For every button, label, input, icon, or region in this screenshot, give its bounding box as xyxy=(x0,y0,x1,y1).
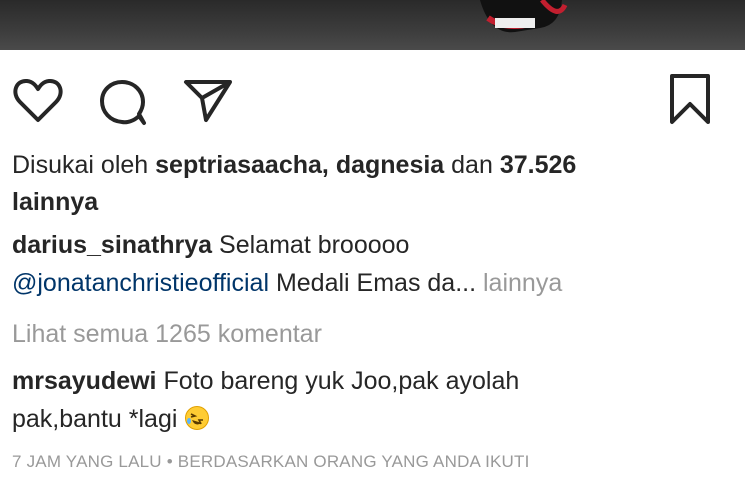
rolling-laughing-emoji-icon xyxy=(185,406,210,430)
caption-text: Selamat brooooo xyxy=(219,231,410,259)
footer-note: BERDASARKAN ORANG YANG ANDA IKUTI xyxy=(177,452,530,471)
liked-separator: , xyxy=(321,151,329,179)
liked-user-2[interactable]: dagnesia xyxy=(336,151,444,179)
action-bar xyxy=(0,70,745,130)
liked-count[interactable]: 37.526 xyxy=(500,151,576,179)
liked-user-1[interactable]: septriasaacha xyxy=(155,151,322,179)
comment-line-1: mrsayudewi Foto bareng yuk Joo,pak ayola… xyxy=(12,364,519,398)
caption-text-2: Medali Emas da... xyxy=(275,269,477,297)
caption-username[interactable]: darius_sinathrya xyxy=(12,231,212,259)
caption-line-2: @jonatanchristieofficial Medali Emas da.… xyxy=(12,266,562,300)
comment-text-2: pak,bantu *lagi xyxy=(12,405,178,433)
caption-mention[interactable]: @jonatanchristieofficial xyxy=(12,269,269,297)
comment-icon[interactable] xyxy=(98,78,148,126)
post-photo[interactable] xyxy=(0,0,745,50)
liked-others[interactable]: lainnya xyxy=(12,185,98,219)
view-all-comments-link[interactable]: Lihat semua 1265 komentar xyxy=(12,317,322,351)
caption-line-1: darius_sinathrya Selamat brooooo xyxy=(12,228,409,262)
comment-text-1: Foto bareng yuk Joo,pak ayolah xyxy=(163,367,520,395)
bookmark-icon[interactable] xyxy=(667,72,713,126)
post-time: 7 JAM YANG LALU xyxy=(12,452,162,471)
shoe-graphic xyxy=(480,0,568,33)
post-footer: 7 JAM YANG LALU • BERDASARKAN ORANG YANG… xyxy=(12,452,530,472)
comment-username[interactable]: mrsayudewi xyxy=(12,367,157,395)
heart-icon[interactable] xyxy=(12,78,64,124)
footer-separator: • xyxy=(166,452,173,471)
send-icon[interactable] xyxy=(182,76,234,124)
liked-by-prefix: Disukai oleh xyxy=(12,151,149,179)
comment-line-2: pak,bantu *lagi xyxy=(12,402,210,436)
liked-and: dan xyxy=(451,151,493,179)
caption-more-link[interactable]: lainnya xyxy=(483,269,562,297)
likes-line: Disukai oleh septriasaacha, dagnesia dan… xyxy=(12,148,576,182)
